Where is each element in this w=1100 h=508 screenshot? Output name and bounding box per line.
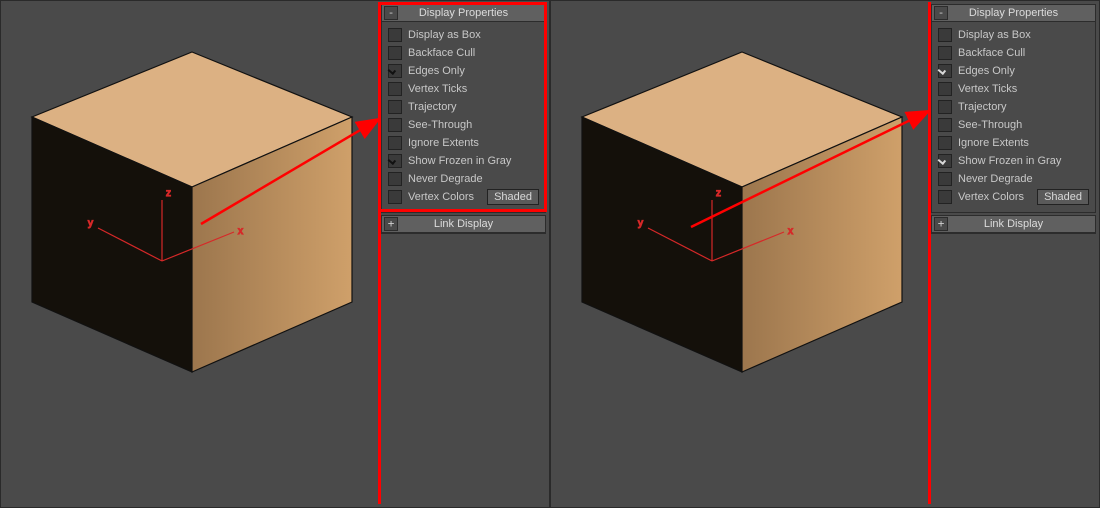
left-variant: x y z - Display Properties Display as Bo…	[0, 0, 550, 508]
checkbox-display-as-box[interactable]: Display as Box	[388, 26, 539, 44]
checkbox-display-as-box[interactable]: Display as Box	[938, 26, 1089, 44]
checkbox-icon[interactable]	[388, 118, 402, 132]
checkbox-icon[interactable]	[388, 190, 402, 204]
rollout-link-display: + Link Display	[931, 215, 1096, 234]
checkbox-icon[interactable]	[938, 172, 952, 186]
rollout-body-display-properties: Display as Box Backface Cull Edges Only …	[932, 22, 1095, 212]
checkbox-icon[interactable]	[388, 136, 402, 150]
checkbox-show-frozen-gray[interactable]: Show Frozen in Gray	[938, 152, 1089, 170]
checkbox-icon[interactable]	[938, 136, 952, 150]
checkbox-vertex-ticks[interactable]: Vertex Ticks	[388, 80, 539, 98]
rollout-title-display-properties: Display Properties	[969, 7, 1058, 19]
checkbox-icon[interactable]	[938, 64, 952, 78]
axis-z-label: z	[716, 188, 721, 199]
vertex-colors-shaded-button[interactable]: Shaded	[1037, 189, 1089, 205]
rollout-header-display-properties[interactable]: - Display Properties	[932, 5, 1095, 22]
checkbox-vertex-ticks[interactable]: Vertex Ticks	[938, 80, 1089, 98]
vertex-colors-shaded-button[interactable]: Shaded	[487, 189, 539, 205]
right-variant: x y z - Display Properties Display as Bo…	[550, 0, 1100, 508]
checkbox-see-through[interactable]: See-Through	[938, 116, 1089, 134]
checkbox-backface-cull[interactable]: Backface Cull	[388, 44, 539, 62]
checkbox-never-degrade[interactable]: Never Degrade	[938, 170, 1089, 188]
rollout-toggle-link-display[interactable]: +	[384, 217, 398, 231]
axis-y-label: y	[638, 218, 643, 229]
checkbox-icon[interactable]	[938, 82, 952, 96]
rollout-header-link-display[interactable]: + Link Display	[932, 216, 1095, 233]
rollout-title-display-properties: Display Properties	[419, 7, 508, 19]
checkbox-icon[interactable]	[388, 46, 402, 60]
comparison-stage: x y z - Display Properties Display as Bo…	[0, 0, 1100, 508]
axis-y-label: y	[88, 218, 93, 229]
checkbox-icon[interactable]	[388, 82, 402, 96]
panel-column-right: - Display Properties Display as Box Back…	[929, 2, 1098, 506]
checkbox-never-degrade[interactable]: Never Degrade	[388, 170, 539, 188]
checkbox-icon[interactable]	[388, 100, 402, 114]
panel-column-left: - Display Properties Display as Box Back…	[379, 2, 548, 506]
rollout-toggle-display-properties[interactable]: -	[934, 6, 948, 20]
checkbox-icon[interactable]	[938, 100, 952, 114]
checkbox-icon[interactable]	[938, 46, 952, 60]
rollout-display-properties: - Display Properties Display as Box Back…	[381, 4, 546, 213]
checkbox-icon[interactable]	[938, 118, 952, 132]
rollout-title-link-display: Link Display	[434, 218, 493, 230]
checkbox-vertex-colors[interactable]: Vertex ColorsShaded	[388, 188, 539, 206]
checkbox-trajectory[interactable]: Trajectory	[938, 98, 1089, 116]
viewport-left[interactable]: x y z	[2, 2, 378, 504]
checkbox-icon[interactable]	[388, 28, 402, 42]
axis-x-label: x	[788, 226, 793, 237]
cube-3d-object[interactable]: x y z	[2, 42, 378, 422]
rollout-link-display: + Link Display	[381, 215, 546, 234]
rollout-header-link-display[interactable]: + Link Display	[382, 216, 545, 233]
cube-3d-object[interactable]: x y z	[552, 42, 928, 422]
checkbox-trajectory[interactable]: Trajectory	[388, 98, 539, 116]
rollout-title-link-display: Link Display	[984, 218, 1043, 230]
rollout-display-properties: - Display Properties Display as Box Back…	[931, 4, 1096, 213]
checkbox-ignore-extents[interactable]: Ignore Extents	[938, 134, 1089, 152]
checkbox-icon[interactable]	[388, 172, 402, 186]
checkbox-icon[interactable]	[388, 64, 402, 78]
checkbox-icon[interactable]	[388, 154, 402, 168]
checkbox-icon[interactable]	[938, 154, 952, 168]
checkbox-vertex-colors[interactable]: Vertex ColorsShaded	[938, 188, 1089, 206]
checkbox-icon[interactable]	[938, 28, 952, 42]
axis-x-label: x	[238, 226, 243, 237]
rollout-toggle-display-properties[interactable]: -	[384, 6, 398, 20]
checkbox-backface-cull[interactable]: Backface Cull	[938, 44, 1089, 62]
viewport-right[interactable]: x y z	[552, 2, 928, 504]
checkbox-edges-only[interactable]: Edges Only	[388, 62, 539, 80]
rollout-body-display-properties: Display as Box Backface Cull Edges Only …	[382, 22, 545, 212]
checkbox-edges-only[interactable]: Edges Only	[938, 62, 1089, 80]
checkbox-ignore-extents[interactable]: Ignore Extents	[388, 134, 539, 152]
rollout-toggle-link-display[interactable]: +	[934, 217, 948, 231]
axis-z-label: z	[166, 188, 171, 199]
rollout-header-display-properties[interactable]: - Display Properties	[382, 5, 545, 22]
checkbox-icon[interactable]	[938, 190, 952, 204]
checkbox-show-frozen-gray[interactable]: Show Frozen in Gray	[388, 152, 539, 170]
checkbox-see-through[interactable]: See-Through	[388, 116, 539, 134]
